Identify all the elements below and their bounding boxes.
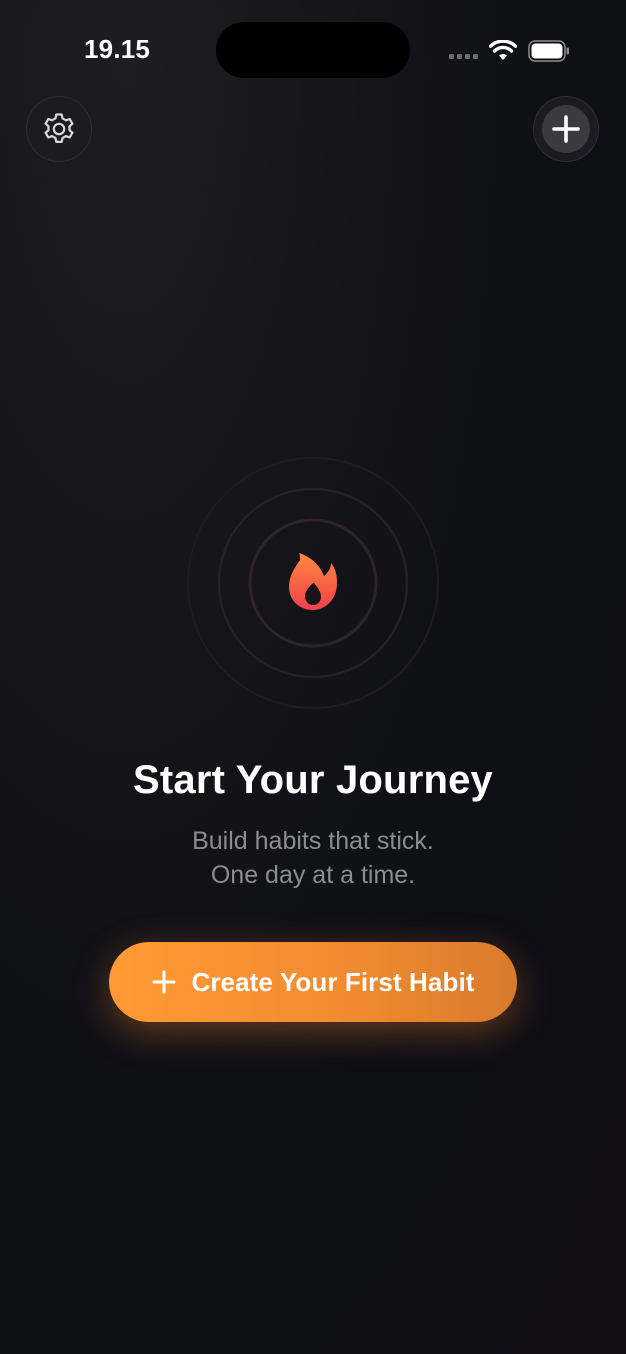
add-button-inner	[542, 105, 590, 153]
empty-state-subtitle-line1: Build habits that stick.	[192, 827, 434, 855]
cellular-signal-icon	[449, 54, 478, 59]
empty-state-subtitle-line2: One day at a time.	[210, 861, 416, 889]
settings-button[interactable]	[26, 96, 92, 162]
flame-icon	[289, 553, 337, 610]
wifi-icon	[489, 40, 517, 60]
create-first-habit-label: Create Your First Habit	[191, 966, 475, 997]
habit-home-screen: 19.15 Start Your Journey Build habits th…	[0, 0, 626, 1354]
empty-state-title: Start Your Journey	[133, 758, 493, 802]
gear-icon	[44, 113, 74, 143]
plus-icon	[152, 970, 176, 994]
dynamic-island	[216, 22, 410, 78]
battery-icon	[528, 40, 569, 62]
plus-icon	[552, 115, 580, 143]
status-time: 19.15	[84, 34, 151, 64]
add-habit-button[interactable]	[533, 96, 599, 162]
flame-rings-illustration	[187, 457, 439, 709]
create-first-habit-button[interactable]: Create Your First Habit	[109, 942, 517, 1022]
